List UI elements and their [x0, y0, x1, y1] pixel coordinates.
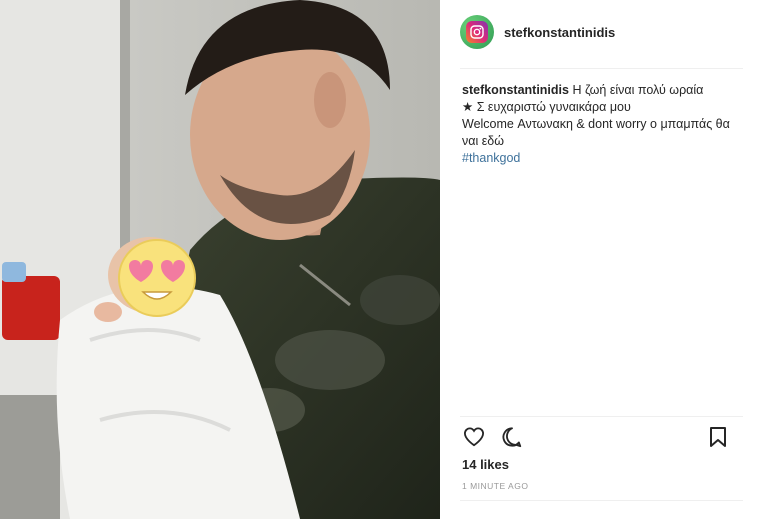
footer-divider	[460, 500, 743, 501]
caption-username[interactable]: stefkonstantinidis	[462, 83, 569, 97]
heart-eyes-emoji-icon	[118, 239, 196, 317]
instagram-icon	[466, 21, 488, 43]
caption-hashtag[interactable]: #thankgod	[462, 150, 732, 167]
caption-line-1: Η ζωή είναι πολύ ωραία	[572, 83, 704, 97]
photo-illustration	[0, 0, 440, 519]
post-username[interactable]: stefkonstantinidis	[504, 25, 615, 40]
post-photo[interactable]	[0, 0, 440, 519]
star-icon: ★	[462, 100, 474, 114]
avatar[interactable]	[460, 15, 494, 49]
heart-icon	[463, 427, 485, 447]
save-button[interactable]	[706, 425, 730, 449]
comment-icon	[502, 427, 522, 448]
caption-line-2: Σ ευχαριστώ γυναικάρα μου	[476, 100, 631, 114]
post-caption: stefkonstantinidis Η ζωή είναι πολύ ωραί…	[462, 82, 732, 167]
header-divider	[460, 68, 743, 69]
likes-count[interactable]: 14 likes	[462, 457, 509, 472]
action-bar	[462, 424, 730, 450]
actions-divider	[460, 416, 743, 417]
like-button[interactable]	[462, 425, 486, 449]
post-panel: stefkonstantinidis stefkonstantinidis Η …	[440, 0, 780, 519]
comment-button[interactable]	[500, 425, 524, 449]
bookmark-icon	[710, 427, 726, 447]
post-timestamp: 1 MINUTE AGO	[462, 481, 529, 491]
caption-line-3: Welcome Αντωνακη & dont worry ο μπαμπάς …	[462, 117, 730, 148]
post-header: stefkonstantinidis	[460, 10, 615, 54]
